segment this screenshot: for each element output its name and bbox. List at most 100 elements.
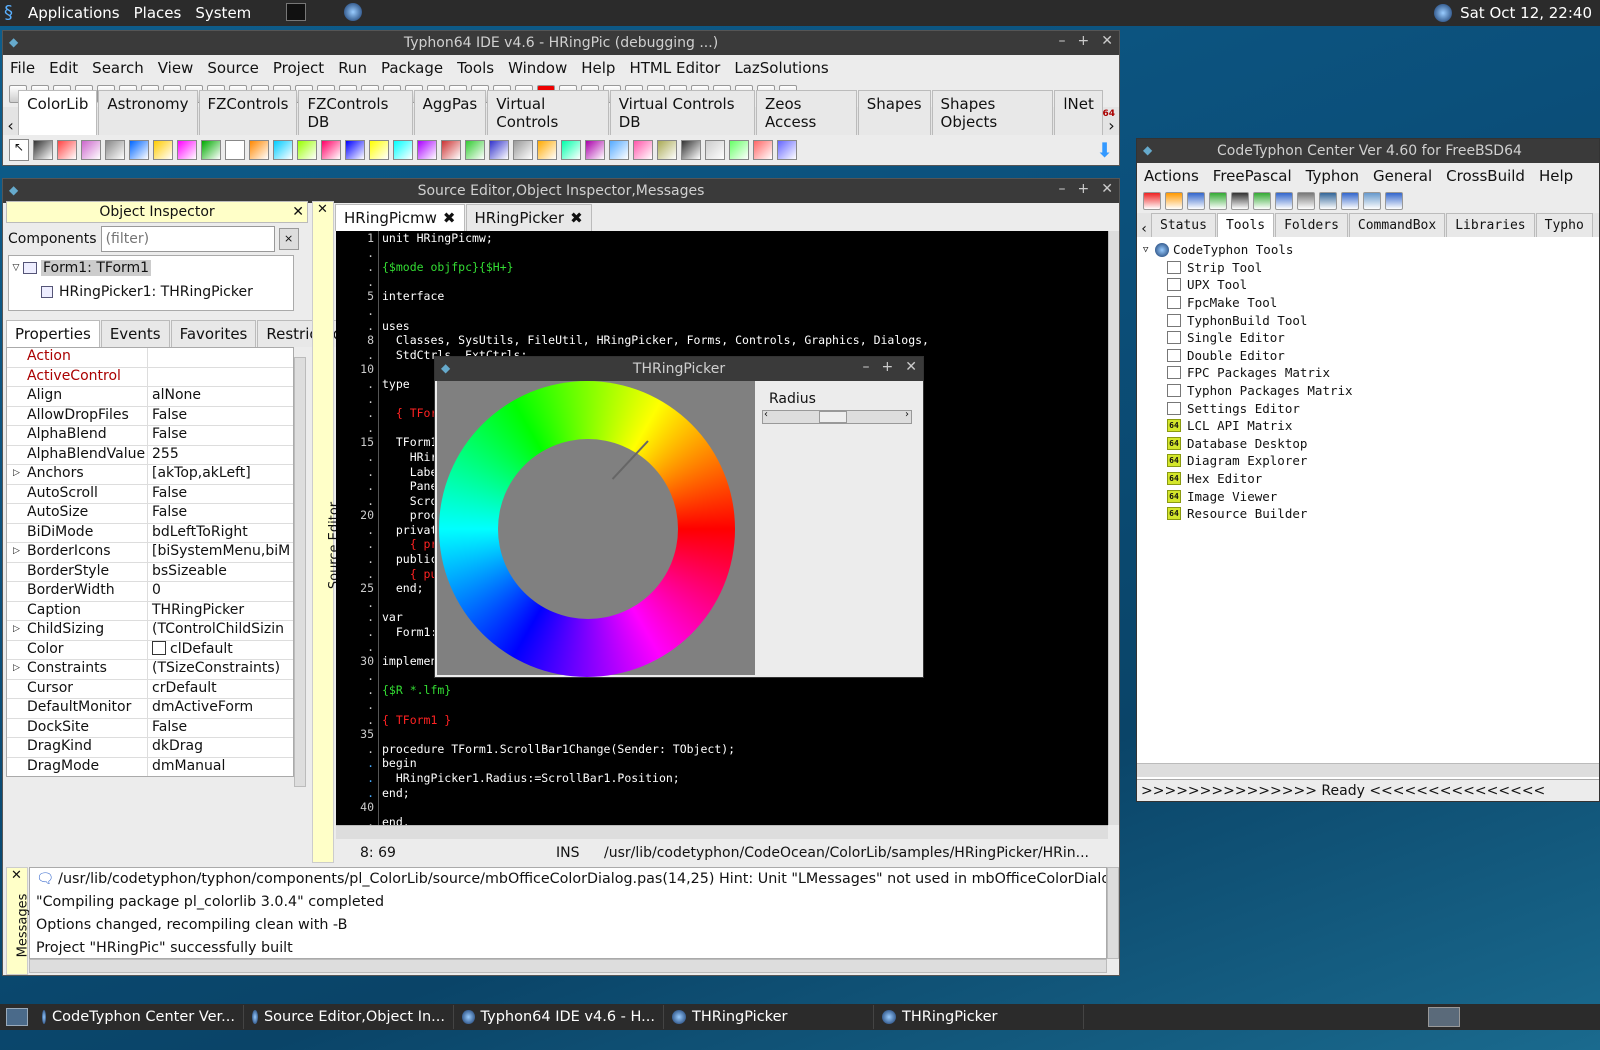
property-value[interactable]: THRingPicker — [147, 601, 293, 620]
property-value[interactable]: dmActiveForm — [147, 699, 293, 718]
code-line[interactable] — [382, 275, 1102, 290]
component-icon[interactable] — [321, 140, 341, 160]
close-icon[interactable]: ✕ — [292, 202, 304, 222]
property-value[interactable]: [biSystemMenu,biM — [147, 543, 293, 562]
palette-tab-fzcontrols-db[interactable]: FZControls DB — [298, 90, 413, 135]
tool-item[interactable]: Typhon Packages Matrix — [1167, 382, 1599, 400]
taskbar-item[interactable]: Typhon64 IDE v4.6 - H... — [454, 1005, 664, 1029]
tool-item[interactable]: FpcMake Tool — [1167, 294, 1599, 312]
menu-search[interactable]: Search — [85, 59, 151, 77]
message-item[interactable]: Options changed, recompiling clean with … — [30, 914, 1106, 937]
center-toolbar-icon[interactable] — [1253, 192, 1271, 210]
center-menu-actions[interactable]: Actions — [1137, 167, 1206, 185]
component-icon[interactable] — [57, 140, 77, 160]
property-value[interactable]: dkDrag — [147, 738, 293, 757]
palette-tab-fzcontrols[interactable]: FZControls — [198, 90, 298, 135]
close-icon[interactable]: ✕ — [11, 868, 22, 883]
message-item[interactable]: Project "HRingPic" successfully built — [30, 937, 1106, 958]
property-row[interactable]: BiDiMode bdLeftToRight — [7, 523, 293, 543]
code-line[interactable]: begin — [382, 756, 1102, 771]
code-line[interactable] — [382, 727, 1102, 742]
tool-item[interactable]: TyphonBuild Tool — [1167, 311, 1599, 329]
property-row[interactable]: AlphaBlend False — [7, 426, 293, 446]
workspace-switcher-icon[interactable] — [1428, 1007, 1460, 1027]
component-icon[interactable] — [753, 140, 773, 160]
property-value[interactable]: False — [147, 426, 293, 445]
property-value[interactable] — [147, 367, 293, 386]
show-desktop-icon[interactable] — [6, 1008, 28, 1026]
component-icon[interactable] — [33, 140, 53, 160]
center-toolbar-icon[interactable] — [1187, 192, 1205, 210]
component-icon[interactable] — [273, 140, 293, 160]
minimize-icon[interactable]: – — [863, 359, 870, 375]
center-toolbar-icon[interactable] — [1341, 192, 1359, 210]
code-line[interactable]: {$mode objfpc}{$H+} — [382, 260, 1102, 275]
clock[interactable]: Sat Oct 12, 22:40 — [1460, 4, 1592, 22]
close-icon[interactable]: ✕ — [317, 202, 328, 217]
radius-scrollbar[interactable]: ‹ › — [762, 409, 912, 424]
menu-edit[interactable]: Edit — [42, 59, 85, 77]
property-value[interactable]: alNone — [147, 387, 293, 406]
tool-item[interactable]: Settings Editor — [1167, 399, 1599, 417]
tool-item[interactable]: UPX Tool — [1167, 276, 1599, 294]
tree-item-hringpicker1[interactable]: HRingPicker1: THRingPicker — [9, 280, 293, 304]
expand-icon[interactable]: ▷ — [13, 468, 20, 478]
center-tab-folders[interactable]: Folders — [1275, 213, 1348, 237]
tool-item[interactable]: 64 Database Desktop — [1167, 435, 1599, 453]
menu-project[interactable]: Project — [266, 59, 331, 77]
editor-tab-hringpicker[interactable]: HRingPicker ✖ — [465, 204, 592, 231]
pointer-tool-icon[interactable]: ↖ — [9, 139, 29, 161]
property-row[interactable]: AlphaBlendValue 255 — [7, 445, 293, 465]
tool-item[interactable]: Strip Tool — [1167, 259, 1599, 277]
radius-scroll-thumb[interactable] — [819, 411, 847, 423]
component-icon[interactable] — [729, 140, 749, 160]
close-icon[interactable]: ✕ — [905, 359, 917, 375]
center-toolbar-icon[interactable] — [1319, 192, 1337, 210]
center-menu-general[interactable]: General — [1366, 167, 1439, 185]
component-icon[interactable] — [105, 140, 125, 160]
property-row[interactable]: DockSite False — [7, 718, 293, 738]
property-value[interactable]: bsSizeable — [147, 562, 293, 581]
menu-package[interactable]: Package — [374, 59, 450, 77]
property-value[interactable]: dmManual — [147, 757, 293, 776]
property-row[interactable]: AllowDropFiles False — [7, 406, 293, 426]
property-value[interactable]: bdLeftToRight — [147, 523, 293, 542]
component-icon[interactable] — [441, 140, 461, 160]
component-icon[interactable] — [705, 140, 725, 160]
property-row[interactable]: ▷ ChildSizing (TControlChildSizin — [7, 621, 293, 641]
messages-vscrollbar[interactable] — [1107, 867, 1119, 959]
property-value[interactable]: (TControlChildSizin — [147, 621, 293, 640]
property-value[interactable]: False — [147, 718, 293, 737]
property-value[interactable]: crDefault — [147, 679, 293, 698]
editor-vscrollbar[interactable] — [1108, 231, 1119, 825]
component-icon[interactable] — [225, 140, 245, 160]
ring-picker-canvas[interactable] — [437, 381, 755, 677]
maximize-icon[interactable]: + — [1078, 33, 1090, 49]
component-icon[interactable] — [489, 140, 509, 160]
maximize-icon[interactable]: + — [882, 359, 894, 375]
collapse-icon[interactable]: ▽ — [9, 263, 23, 273]
component-icon[interactable] — [393, 140, 413, 160]
scroll-right-icon[interactable]: › — [905, 409, 909, 420]
tool-item[interactable]: Double Editor — [1167, 347, 1599, 365]
expand-icon[interactable]: ▷ — [13, 663, 20, 673]
center-tab-status[interactable]: Status — [1151, 213, 1216, 237]
component-icon[interactable] — [249, 140, 269, 160]
os-logo-icon[interactable]: § — [4, 3, 22, 23]
properties-scrollbar[interactable] — [294, 357, 306, 787]
center-toolbar-icon[interactable] — [1363, 192, 1381, 210]
code-line[interactable]: interface — [382, 289, 1102, 304]
tree-root[interactable]: ▽ CodeTyphon Tools — [1143, 241, 1599, 259]
component-icon[interactable] — [369, 140, 389, 160]
palette-tab-shapes[interactable]: Shapes — [857, 90, 931, 135]
tabs-left-arrow-icon[interactable]: ‹ — [1137, 221, 1151, 237]
property-row[interactable]: Align alNone — [7, 387, 293, 407]
message-item[interactable]: 🗨/usr/lib/codetyphon/typhon/components/p… — [30, 868, 1106, 891]
code-line[interactable]: end; — [382, 786, 1102, 801]
palette-tab-virtual-controls-db[interactable]: Virtual Controls DB — [609, 90, 755, 135]
tool-item[interactable]: 64 Hex Editor — [1167, 470, 1599, 488]
code-line[interactable]: unit HRingPicmw; — [382, 231, 1102, 246]
center-hscrollbar[interactable] — [1137, 763, 1599, 777]
component-icon[interactable] — [609, 140, 629, 160]
property-row[interactable]: ▷ Anchors [akTop,akLeft] — [7, 465, 293, 485]
